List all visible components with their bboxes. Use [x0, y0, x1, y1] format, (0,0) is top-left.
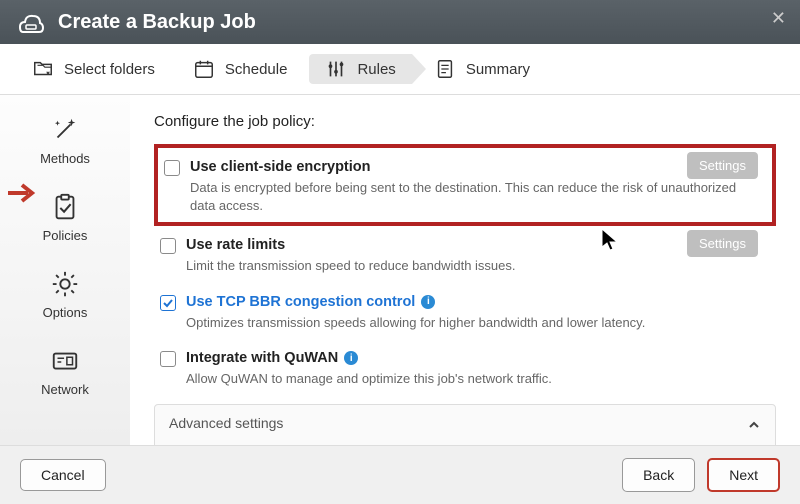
policy-encryption: Use client-side encryption Data is encry…	[154, 144, 776, 226]
checkbox-tcp-bbr[interactable]	[160, 295, 176, 311]
chevron-up-icon	[747, 415, 761, 432]
policy-quwan: Integrate with QuWAN i Allow QuWAN to ma…	[154, 339, 776, 396]
step-select-folders[interactable]: Select folders	[16, 54, 171, 84]
calendar-icon	[193, 58, 215, 80]
advanced-settings: Advanced settings Only back up updated f…	[154, 404, 776, 445]
policy-title: Use TCP BBR congestion control i	[186, 294, 435, 310]
info-icon[interactable]: i	[421, 295, 435, 309]
policy-title: Integrate with QuWAN i	[186, 350, 358, 366]
close-icon[interactable]: ✕	[771, 8, 786, 29]
gear-icon	[48, 267, 82, 301]
checkbox-encryption[interactable]	[164, 160, 180, 176]
info-icon[interactable]: i	[344, 351, 358, 365]
backup-icon	[16, 10, 44, 34]
nav-methods[interactable]: Methods	[25, 107, 105, 172]
step-summary[interactable]: Summary	[418, 54, 546, 84]
section-heading: Configure the job policy:	[154, 113, 776, 130]
back-button[interactable]: Back	[622, 458, 695, 492]
settings-button-encryption[interactable]: Settings	[687, 152, 758, 179]
step-label: Rules	[357, 61, 395, 78]
step-schedule[interactable]: Schedule	[177, 54, 304, 84]
nav-network[interactable]: Network	[25, 338, 105, 403]
checkbox-rate-limits[interactable]	[160, 238, 176, 254]
step-label: Summary	[466, 61, 530, 78]
wizard-steps: Select folders Schedule Rules Summary	[0, 44, 800, 95]
policy-title: Use client-side encryption	[190, 159, 371, 175]
settings-button-rate-limits[interactable]: Settings	[687, 230, 758, 257]
policy-title: Use rate limits	[186, 237, 285, 253]
policy-desc: Allow QuWAN to manage and optimize this …	[186, 370, 766, 388]
step-label: Select folders	[64, 61, 155, 78]
wand-icon	[48, 113, 82, 147]
cancel-button[interactable]: Cancel	[20, 459, 106, 491]
checkbox-quwan[interactable]	[160, 351, 176, 367]
sliders-icon	[325, 58, 347, 80]
advanced-header-label: Advanced settings	[169, 415, 283, 431]
arrow-indicator-icon	[6, 181, 40, 210]
content-panel: Configure the job policy: Use client-sid…	[130, 95, 800, 445]
nav-label: Options	[43, 305, 88, 320]
dialog-title: Create a Backup Job	[58, 11, 256, 34]
body: Methods Policies Options Network	[0, 95, 800, 445]
next-button[interactable]: Next	[707, 458, 780, 492]
network-icon	[48, 344, 82, 378]
titlebar: Create a Backup Job ✕	[0, 0, 800, 44]
footer: Cancel Back Next	[0, 445, 800, 504]
nav-label: Network	[41, 382, 89, 397]
nav-label: Policies	[43, 228, 88, 243]
step-rules[interactable]: Rules	[309, 54, 411, 84]
step-label: Schedule	[225, 61, 288, 78]
policy-rate-limits: Use rate limits Limit the transmission s…	[154, 226, 776, 283]
clipboard-check-icon	[48, 190, 82, 224]
policy-desc: Data is encrypted before being sent to t…	[190, 179, 762, 214]
dialog-window: Create a Backup Job ✕ Select folders Sch…	[0, 0, 800, 504]
policy-desc: Limit the transmission speed to reduce b…	[186, 257, 766, 275]
summary-icon	[434, 58, 456, 80]
advanced-item-updated-files: Only back up updated files Only files wi…	[169, 440, 761, 445]
nav-options[interactable]: Options	[25, 261, 105, 326]
folders-icon	[32, 58, 54, 80]
policy-tcp-bbr: Use TCP BBR congestion control i Optimiz…	[154, 283, 776, 340]
nav-label: Methods	[40, 151, 90, 166]
policy-desc: Optimizes transmission speeds allowing f…	[186, 314, 766, 332]
left-nav: Methods Policies Options Network	[0, 95, 130, 445]
advanced-toggle[interactable]: Advanced settings	[169, 415, 761, 432]
